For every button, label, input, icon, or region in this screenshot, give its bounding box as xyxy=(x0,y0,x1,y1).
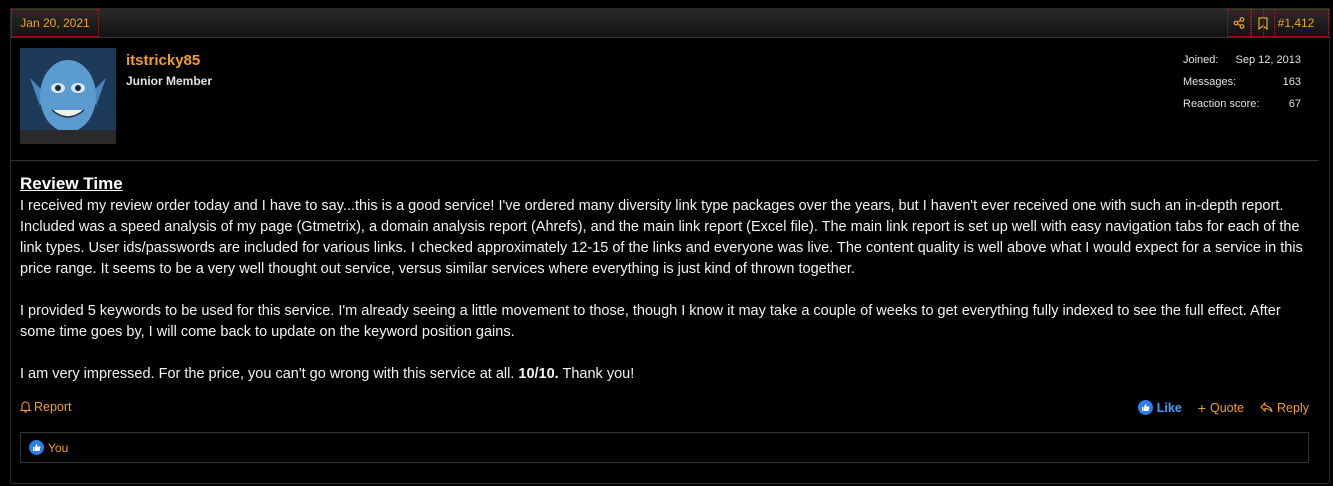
reactions-bar[interactable]: You xyxy=(20,432,1309,463)
like-button[interactable]: Like xyxy=(1137,400,1182,415)
reply-button[interactable]: Reply xyxy=(1260,401,1309,415)
thumbs-up-icon xyxy=(29,440,44,455)
post-body: I received my review order today and I h… xyxy=(20,196,1310,406)
plus-icon: + xyxy=(1197,399,1206,416)
share-icon xyxy=(1233,17,1245,29)
stat-label: Messages: xyxy=(1183,76,1237,88)
post-number-link[interactable]: #1,412 xyxy=(1263,9,1329,37)
divider xyxy=(11,160,1319,161)
avatar[interactable] xyxy=(20,48,116,144)
avatar-image xyxy=(20,48,116,144)
quote-label: Quote xyxy=(1209,400,1245,415)
post-paragraph: I received my review order today and I h… xyxy=(20,198,1303,277)
share-button[interactable] xyxy=(1227,9,1251,37)
user-title: Junior Member xyxy=(126,74,213,88)
paragraph-text: I am very impressed. For the price, you … xyxy=(20,366,519,382)
reaction-user[interactable]: You xyxy=(48,441,68,455)
bell-icon xyxy=(20,401,31,413)
stat-reaction-score: Reaction score: 67 xyxy=(1183,96,1301,118)
like-label: Like xyxy=(1156,400,1182,415)
paragraph-text: Thank you! xyxy=(558,366,635,382)
post-header-bar: Jan 20, 2021 #1,412 xyxy=(11,9,1330,38)
post-paragraph: I provided 5 keywords to be used for thi… xyxy=(20,303,1281,340)
reply-icon xyxy=(1260,402,1273,413)
user-stats: Joined: Sep 12, 2013 Messages: 163 React… xyxy=(1183,52,1301,118)
report-button[interactable]: Report xyxy=(20,400,72,414)
post-actions: Like + Quote Reply xyxy=(1137,400,1309,415)
stat-value: Sep 12, 2013 xyxy=(1235,54,1301,66)
username[interactable]: itstricky85 xyxy=(126,52,200,69)
post-paragraph: I am very impressed. For the price, you … xyxy=(20,364,1310,385)
post-date[interactable]: Jan 20, 2021 xyxy=(11,9,99,37)
stat-joined: Joined: Sep 12, 2013 xyxy=(1183,52,1301,74)
quote-button[interactable]: + Quote xyxy=(1198,401,1244,415)
report-label: Report xyxy=(34,400,72,414)
stat-label: Reaction score: xyxy=(1183,98,1260,110)
reply-label: Reply xyxy=(1277,400,1309,415)
rating-text: 10/10. xyxy=(518,366,559,382)
thumbs-up-icon xyxy=(1137,400,1153,415)
stat-value[interactable]: 163 xyxy=(1283,74,1301,96)
stat-value: 67 xyxy=(1288,98,1301,110)
stat-label: Joined: xyxy=(1183,54,1219,66)
stat-messages: Messages: 163 xyxy=(1183,74,1301,96)
post-headline: Review Time xyxy=(20,174,123,193)
